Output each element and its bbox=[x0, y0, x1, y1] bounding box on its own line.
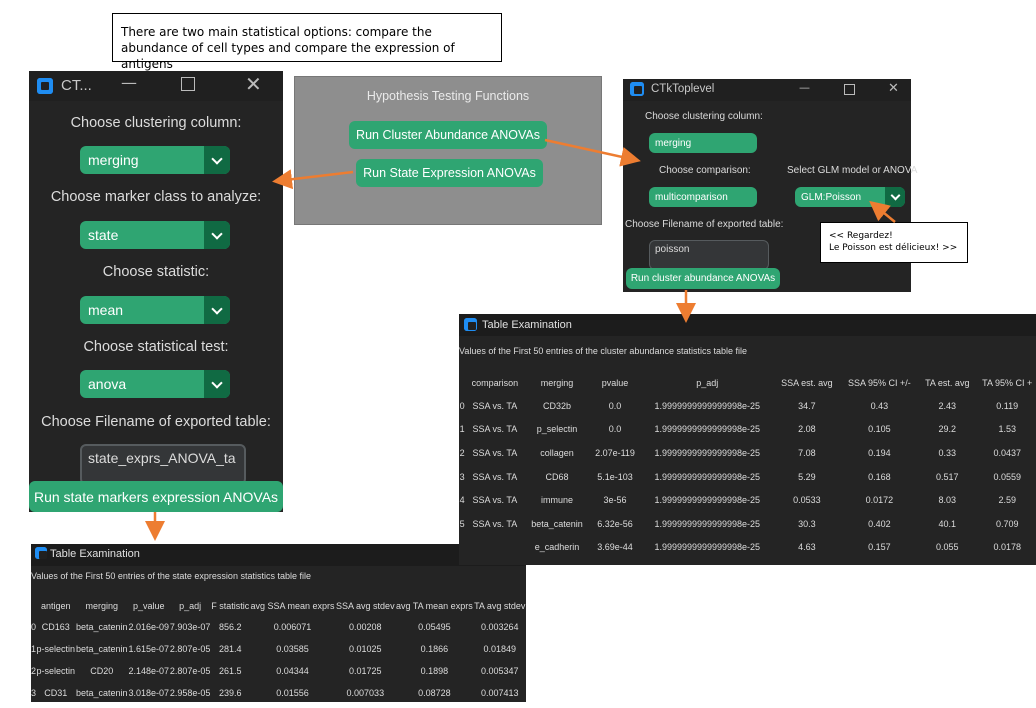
arrow-to-glm-dropdown bbox=[869, 200, 896, 223]
arrow-to-right-window bbox=[544, 138, 641, 167]
arrow-overlay bbox=[145, 138, 896, 541]
arrow-to-left-window bbox=[272, 169, 354, 190]
